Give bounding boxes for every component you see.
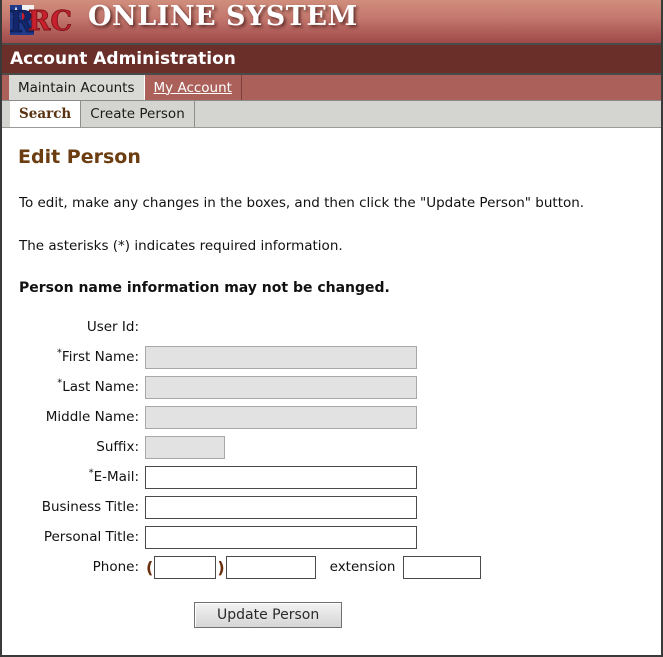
phone-close-paren: ) — [217, 557, 225, 577]
tab-maintain-accounts-label: Maintain Acounts — [18, 79, 135, 96]
instruction-text: To edit, make any changes in the boxes, … — [19, 195, 585, 211]
label-business-title: Business Title: — [14, 499, 145, 515]
form-row-email: *E-Mail: — [14, 462, 649, 492]
app-banner: R RC ONLINE SYSTEM — [2, 0, 661, 45]
label-personal-title: Personal Title: — [14, 529, 145, 545]
label-business-title-text: Business Title: — [41, 499, 139, 515]
label-email-text: E-Mail: — [93, 469, 139, 485]
label-last-name-text: Last Name: — [62, 379, 139, 395]
name-change-notice: Person name information may not be chang… — [19, 280, 390, 296]
primary-tab-bar: Maintain Acounts My Account — [2, 75, 661, 101]
form-row-first-name: *First Name: — [14, 342, 649, 372]
tab-my-account[interactable]: My Account — [145, 75, 242, 100]
update-person-button[interactable]: Update Person — [194, 602, 343, 628]
phone-area-code-input[interactable] — [154, 555, 217, 579]
form-row-user-id: User Id: — [14, 312, 649, 342]
section-title: Account Administration — [10, 49, 236, 69]
secondary-tab-bar: Search Create Person — [2, 101, 661, 128]
first-name-input[interactable] — [145, 345, 417, 369]
email-input[interactable] — [145, 465, 417, 489]
form-row-phone: Phone: ( ) extension — [14, 552, 649, 582]
svg-text:RC: RC — [28, 6, 72, 37]
app-title: ONLINE SYSTEM — [88, 1, 358, 32]
extension-label: extension — [329, 559, 396, 575]
phone-open-paren: ( — [146, 557, 154, 577]
tab-create-person[interactable]: Create Person — [81, 101, 195, 127]
tab-search[interactable]: Search — [10, 101, 82, 127]
secondary-tab-fill — [195, 101, 661, 127]
label-email: *E-Mail: — [14, 468, 145, 485]
primary-tab-spacer — [2, 75, 9, 100]
app-title-text: ONLINE SYSTEM — [88, 1, 358, 32]
rrc-texas-logo-icon: R RC — [8, 3, 80, 37]
asterisk-note: The asterisks (*) indicates required inf… — [19, 238, 343, 254]
phone-number-input[interactable] — [225, 555, 316, 579]
label-personal-title-text: Personal Title: — [43, 529, 139, 545]
page-title: Edit Person — [18, 146, 141, 168]
page-root: R RC ONLINE SYSTEM Account Administratio… — [0, 0, 663, 657]
label-user-id-text: User Id: — [86, 319, 139, 335]
label-middle-name-text: Middle Name: — [45, 409, 139, 425]
tab-maintain-accounts[interactable]: Maintain Acounts — [9, 75, 145, 100]
middle-name-input[interactable] — [145, 405, 417, 429]
suffix-input[interactable] — [145, 435, 225, 459]
form-row-suffix: Suffix: — [14, 432, 649, 462]
primary-tab-fill — [242, 75, 661, 100]
section-bar: Account Administration — [2, 45, 661, 75]
tab-create-person-label: Create Person — [90, 106, 185, 122]
form-row-last-name: *Last Name: — [14, 372, 649, 402]
phone-extension-input[interactable] — [403, 555, 482, 579]
last-name-input[interactable] — [145, 375, 417, 399]
form-row-personal-title: Personal Title: — [14, 522, 649, 552]
label-user-id: User Id: — [14, 319, 145, 335]
form-row-middle-name: Middle Name: — [14, 402, 649, 432]
label-middle-name: Middle Name: — [14, 409, 145, 425]
form-row-business-title: Business Title: — [14, 492, 649, 522]
label-suffix: Suffix: — [14, 439, 145, 455]
label-phone-text: Phone: — [92, 559, 139, 575]
tab-my-account-label: My Account — [153, 79, 232, 96]
tab-search-label: Search — [19, 106, 72, 122]
label-first-name: *First Name: — [14, 348, 145, 365]
label-phone: Phone: — [14, 559, 145, 575]
form-actions: Update Person — [14, 602, 649, 628]
main-content: Edit Person To edit, make any changes in… — [2, 146, 661, 628]
personal-title-input[interactable] — [145, 525, 417, 549]
label-first-name-text: First Name: — [61, 349, 139, 365]
business-title-input[interactable] — [145, 495, 417, 519]
secondary-tab-spacer — [2, 101, 10, 127]
label-last-name: *Last Name: — [14, 378, 145, 395]
label-suffix-text: Suffix: — [96, 439, 139, 455]
edit-person-form: User Id: *First Name: *Last Name: Middle… — [14, 312, 649, 628]
